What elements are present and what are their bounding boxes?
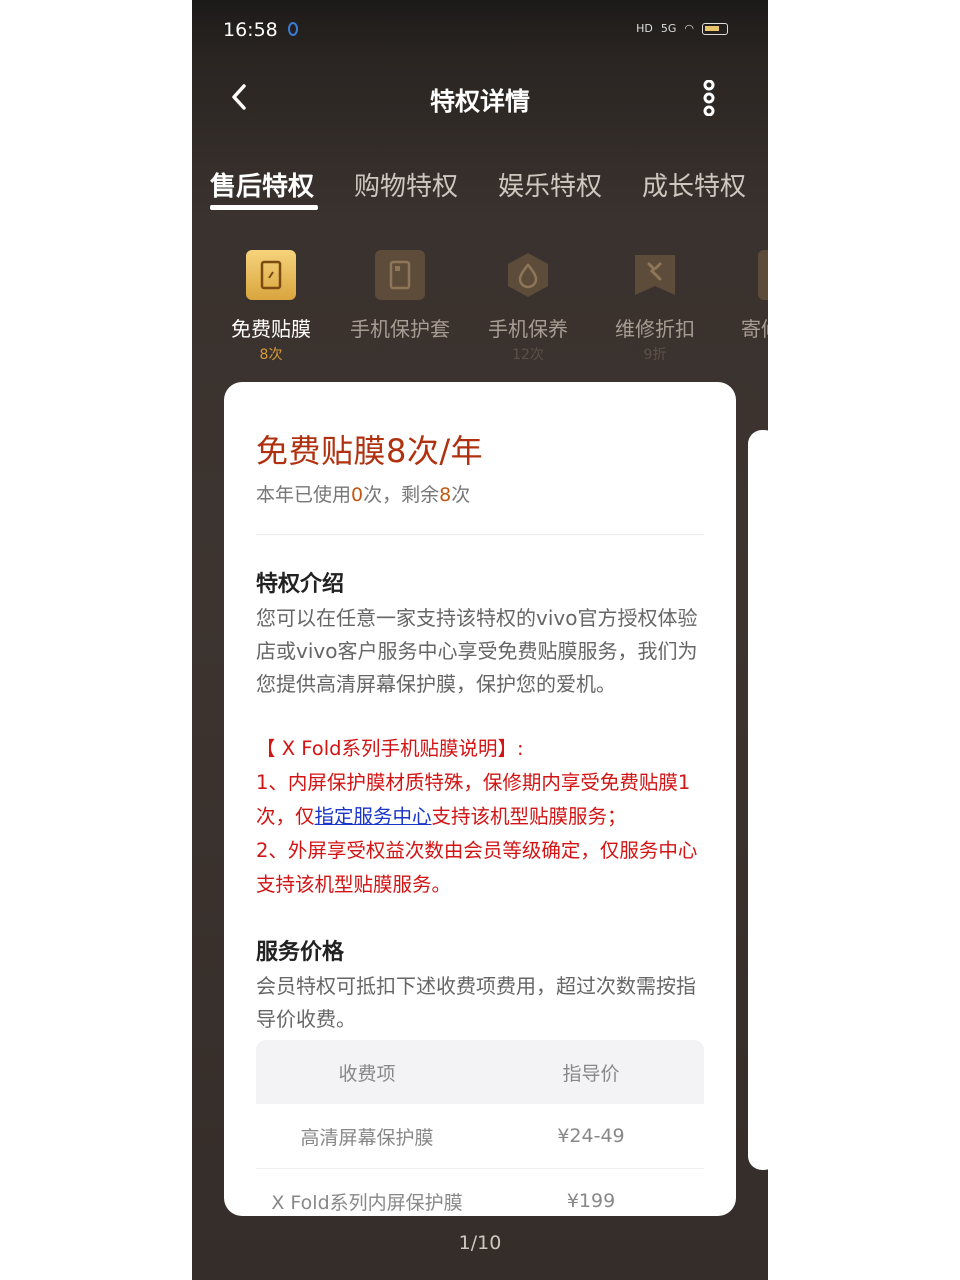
- row-price: ¥24-49: [557, 1125, 625, 1147]
- nav-bar: 特权详情: [192, 68, 768, 128]
- tab-after-sales[interactable]: 售后特权: [210, 166, 314, 203]
- phone-care-icon: [503, 250, 553, 300]
- privilege-label: 维修折扣: [615, 317, 695, 341]
- wrench-icon: [630, 250, 680, 300]
- privilege-count: 12次: [512, 347, 544, 363]
- privilege-mail-repair[interactable]: 寄修: [728, 250, 768, 342]
- hd-icon: HD: [636, 22, 653, 35]
- fold-note: 【 X Fold系列手机贴膜说明】: 1、内屏保护膜材质特殊，保修期内享受免费贴…: [256, 732, 708, 902]
- page-indicator: 1/10: [458, 1232, 502, 1254]
- privilege-count: 9折: [643, 347, 667, 363]
- phone-screen: 16:58 HD 5G ◠ 特权详情 售后特权 购物特权 娱乐特权 成长特权 免…: [192, 0, 768, 1280]
- privilege-count: 8次: [259, 347, 283, 363]
- card-title: 免费贴膜8次/年: [256, 432, 484, 470]
- price-table: 收费项 指导价 高清屏幕保护膜 ¥24-49 X Fold系列内屏保护膜 ¥19…: [256, 1040, 704, 1216]
- row-item: 高清屏幕保护膜: [300, 1126, 434, 1149]
- privilege-label: 免费贴膜: [231, 317, 311, 341]
- phone-film-icon: [246, 250, 296, 300]
- privilege-free-film[interactable]: 免费贴膜 8次: [216, 250, 326, 364]
- status-icons: HD 5G ◠: [636, 22, 728, 35]
- price-title: 服务价格: [256, 940, 345, 965]
- status-bar: 16:58 HD 5G ◠: [192, 0, 768, 60]
- tab-shopping[interactable]: 购物特权: [354, 166, 458, 203]
- remaining-count: 8: [439, 484, 452, 506]
- privilege-label: 手机保养: [488, 317, 568, 341]
- privilege-label: 手机保护套: [350, 317, 450, 341]
- table-row: 高清屏幕保护膜 ¥24-49: [256, 1104, 704, 1169]
- intro-title: 特权介绍: [256, 572, 345, 597]
- privilege-phone-case[interactable]: 手机保护套: [345, 250, 455, 344]
- intro-text: 您可以在任意一家支持该特权的vivo官方授权体验店或vivo客户服务中心享受免费…: [256, 606, 698, 696]
- privilege-detail-card: 免费贴膜8次/年 本年已使用0次，剩余8次 特权介绍 您可以在任意一家支持该特权…: [224, 382, 736, 1216]
- more-options-icon[interactable]: [698, 80, 720, 116]
- usage-prefix: 本年已使用: [256, 484, 352, 506]
- phone-case-icon: [375, 250, 425, 300]
- tab-growth[interactable]: 成长特权: [642, 166, 746, 203]
- network-label: 5G: [660, 22, 677, 35]
- mail-repair-icon: [758, 250, 768, 300]
- note-1-tail: 支持该机型贴膜服务；: [431, 805, 627, 828]
- price-text: 会员特权可抵扣下述收费项费用，超过次数需按指导价收费。: [256, 974, 696, 1031]
- page-title: 特权详情: [429, 87, 530, 116]
- tab-entertainment[interactable]: 娱乐特权: [498, 166, 602, 203]
- battery-icon: [702, 22, 728, 35]
- fold-note-item-1: 1、内屏保护膜材质特殊，保修期内享受免费贴膜1次，仅指定服务中心支持该机型贴膜服…: [256, 766, 708, 834]
- usage-summary: 本年已使用0次，剩余8次: [256, 480, 470, 507]
- privilege-phone-care[interactable]: 手机保养 12次: [473, 250, 583, 364]
- category-tabs: 售后特权 购物特权 娱乐特权 成长特权: [192, 164, 768, 220]
- tab-indicator: [210, 205, 318, 210]
- status-time: 16:58: [223, 19, 278, 41]
- wifi-icon: ◠: [684, 22, 694, 35]
- privilege-list: 免费贴膜 8次 手机保护套 手机保养 12次 维修折扣 9折 寄修: [192, 250, 768, 380]
- used-count: 0: [351, 484, 364, 506]
- table-header: 收费项 指导价: [256, 1040, 704, 1104]
- usage-mid: 次，剩余: [363, 484, 440, 506]
- service-center-link[interactable]: 指定服务中心: [315, 805, 432, 828]
- fold-note-item-2: 2、外屏享受权益次数由会员等级确定，仅服务中心支持该机型贴膜服务。: [256, 839, 698, 896]
- privilege-repair-discount[interactable]: 维修折扣 9折: [600, 250, 710, 364]
- notification-icon: [288, 22, 298, 36]
- divider: [256, 534, 704, 535]
- table-row: X Fold系列内屏保护膜 ¥199: [256, 1169, 704, 1216]
- header-item: 收费项: [338, 1062, 396, 1085]
- header-price: 指导价: [562, 1062, 620, 1085]
- usage-suffix: 次: [451, 484, 471, 506]
- row-item: X Fold系列内屏保护膜: [271, 1191, 463, 1214]
- privilege-label: 寄修: [741, 317, 768, 341]
- next-card-peek[interactable]: [748, 430, 768, 1170]
- fold-note-heading: 【 X Fold系列手机贴膜说明】:: [256, 737, 524, 760]
- row-price: ¥199: [566, 1190, 616, 1212]
